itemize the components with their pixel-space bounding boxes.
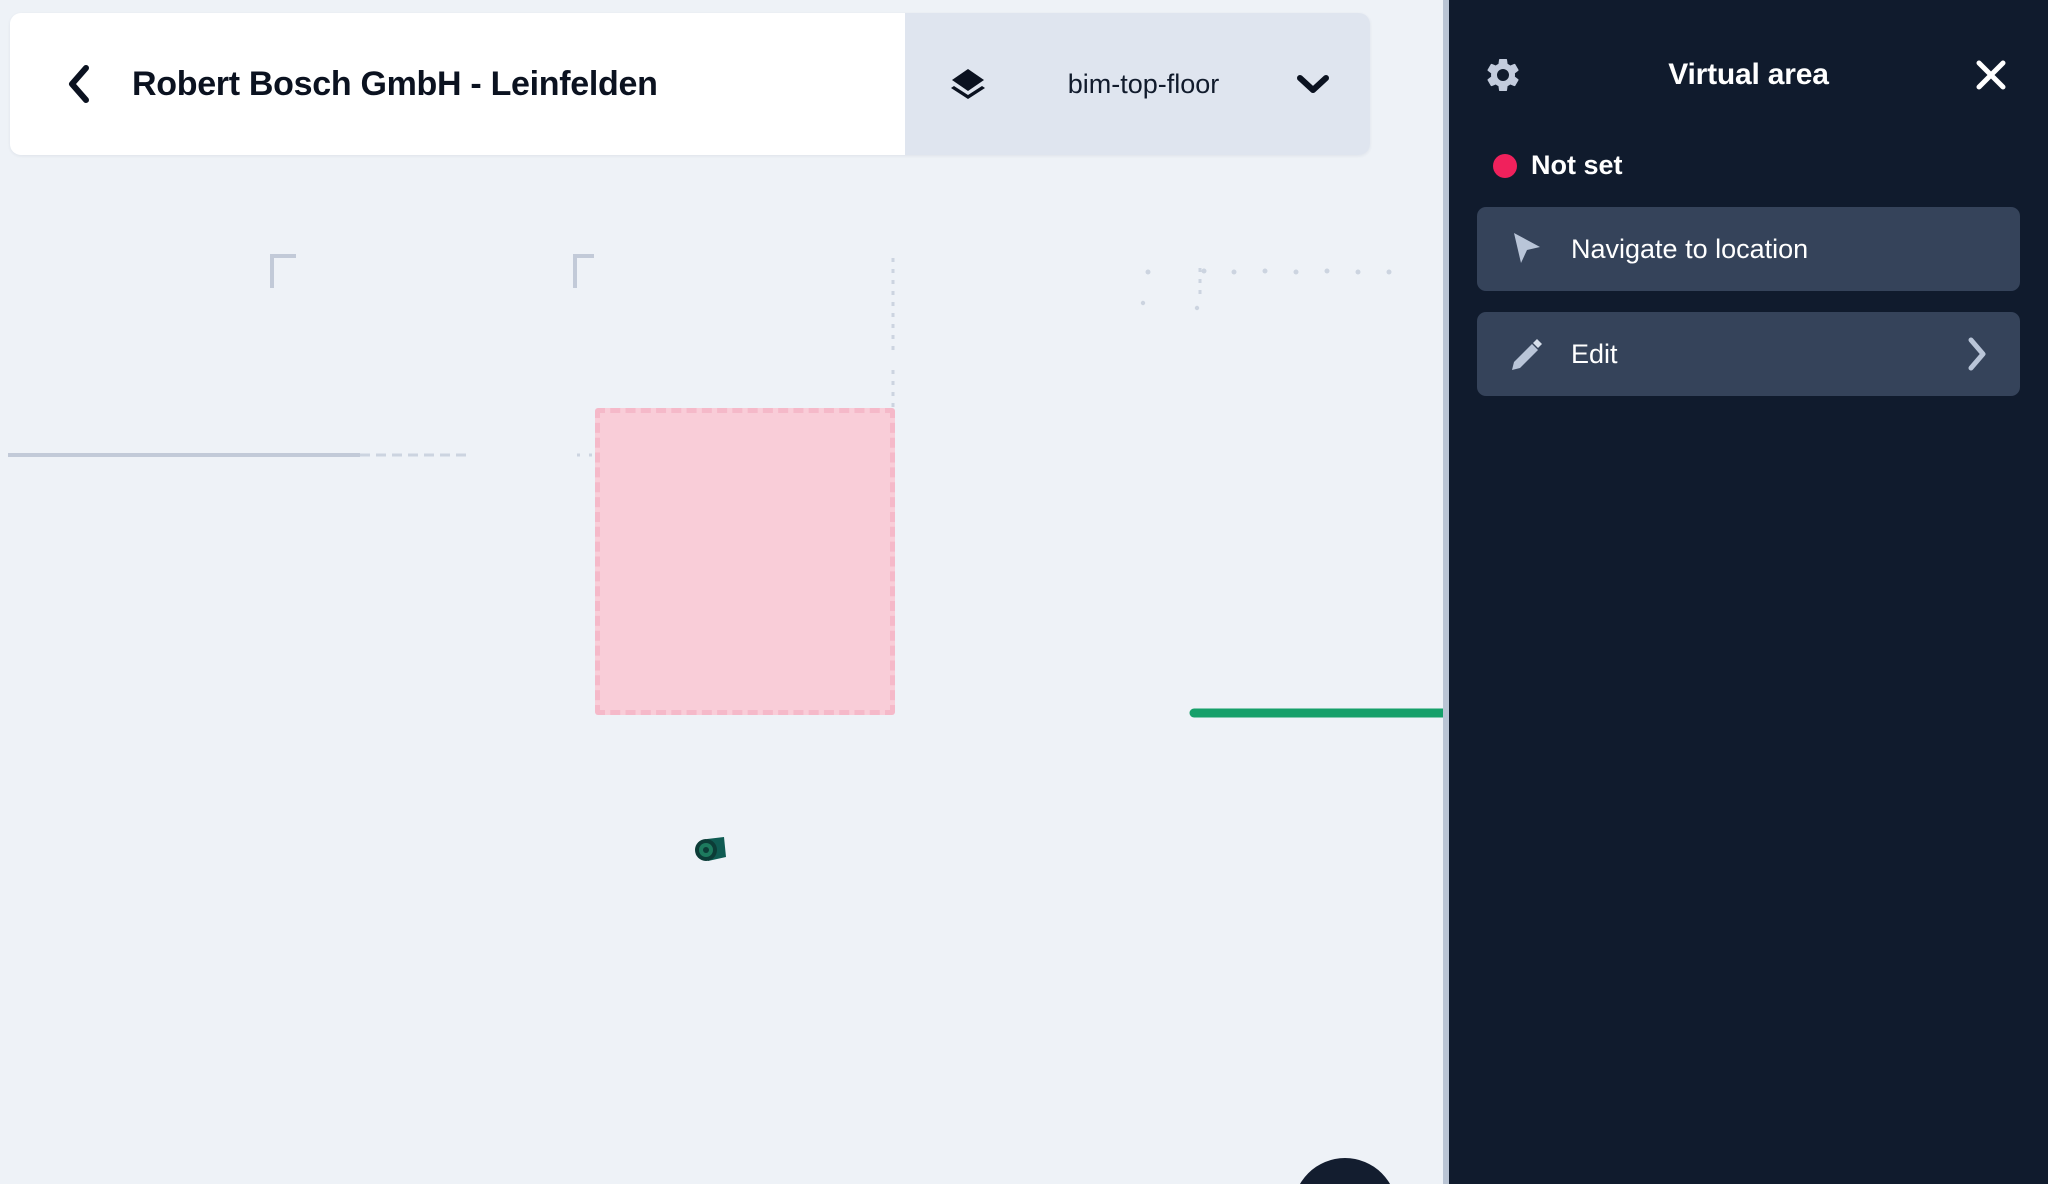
status-badge: Not set — [1493, 150, 2020, 181]
edit-button[interactable]: Edit — [1477, 312, 2020, 396]
floor-selector[interactable]: bim-top-floor — [905, 13, 1370, 155]
app-root: Robert Bosch GmbH - Leinfelden bim-top-f… — [0, 0, 2048, 1184]
cursor-arrow-icon — [1505, 230, 1549, 268]
chevron-left-icon — [69, 65, 89, 103]
panel-title: Virtual area — [1668, 58, 1829, 91]
chevron-right-icon — [1964, 334, 1990, 374]
pencil-icon — [1505, 336, 1549, 372]
page-title: Robert Bosch GmbH - Leinfelden — [132, 64, 658, 103]
floor-selector-value: bim-top-floor — [1067, 68, 1220, 99]
map-canvas[interactable]: Robert Bosch GmbH - Leinfelden bim-top-f… — [0, 0, 1443, 1184]
close-panel-button[interactable] — [1972, 56, 2010, 94]
panel-body: Not set Navigate to location Edit — [1449, 150, 2048, 396]
virtual-area-panel: Virtual area Not set Navigate to locatio… — [1449, 0, 2048, 1184]
gear-icon — [1487, 59, 1519, 91]
status-label: Not set — [1531, 150, 1623, 180]
edit-label: Edit — [1571, 338, 1618, 369]
title-card: Robert Bosch GmbH - Leinfelden — [10, 13, 905, 155]
navigate-to-location-button[interactable]: Navigate to location — [1477, 207, 2020, 291]
robot-marker[interactable] — [694, 835, 728, 865]
map-header-bar: Robert Bosch GmbH - Leinfelden bim-top-f… — [10, 13, 1370, 155]
back-button[interactable] — [62, 62, 96, 106]
chevron-down-icon — [1296, 72, 1330, 96]
settings-button[interactable] — [1483, 55, 1523, 95]
virtual-area-rectangle[interactable] — [595, 408, 895, 715]
close-icon — [1976, 60, 2006, 90]
layers-icon — [949, 65, 987, 103]
status-dot — [1493, 153, 1517, 178]
navigate-to-location-label: Navigate to location — [1571, 233, 1809, 264]
panel-header: Virtual area — [1449, 0, 2048, 150]
